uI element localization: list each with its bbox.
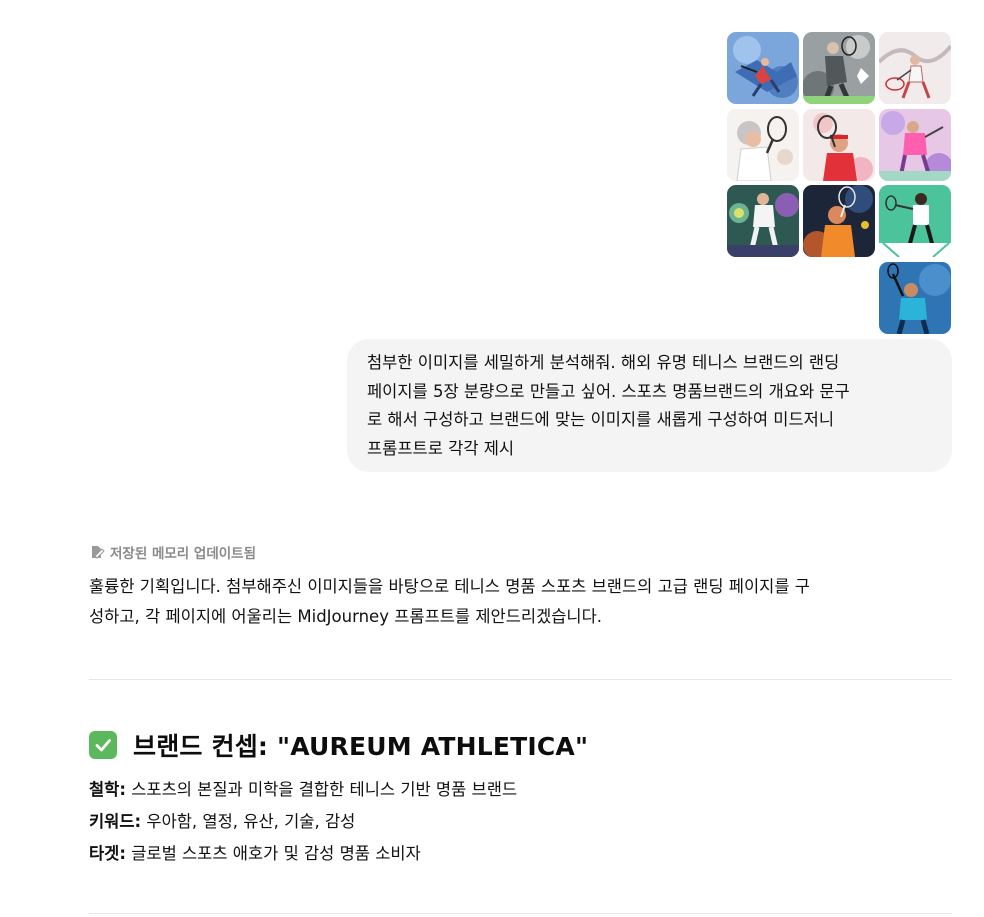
concept-philosophy-label: 철학: (89, 780, 126, 799)
assistant-intro-line-1: 훌륭한 기획입니다. 첨부해주신 이미지들을 바탕으로 테니스 명품 스포츠 브… (89, 577, 810, 596)
attached-image-4[interactable] (727, 109, 799, 181)
attached-image-9[interactable] (879, 185, 951, 257)
attached-image-1[interactable] (727, 32, 799, 104)
concept-target-label: 타겟: (89, 844, 126, 863)
attached-image-5[interactable] (803, 109, 875, 181)
concept-keywords: 키워드: 우아함, 열정, 유산, 기술, 감성 (89, 806, 517, 838)
concept-keywords-label: 키워드: (89, 812, 142, 831)
concept-philosophy: 철학: 스포츠의 본질과 미학을 결합한 테니스 기반 명품 브랜드 (89, 774, 517, 806)
attached-image-3[interactable] (879, 32, 951, 104)
attached-images-grid (727, 32, 952, 334)
memory-pencil-icon (92, 546, 105, 559)
user-message-line-4: 프롬프트로 각각 제시 (367, 438, 515, 458)
assistant-intro-line-2: 성하고, 각 페이지에 어울리는 MidJourney 프롬프트를 제안드리겠습… (89, 607, 603, 626)
concept-target-value: 글로벌 스포츠 애호가 및 감성 명품 소비자 (125, 844, 421, 863)
attached-image-2[interactable] (803, 32, 875, 104)
attached-image-10[interactable] (879, 262, 951, 334)
memory-updated-notice[interactable]: 저장된 메모리 업데이트됨 (89, 542, 256, 562)
user-message-line-3: 로 해서 구성하고 브랜드에 맞는 이미지를 새롭게 구성하여 미드저니 (367, 410, 834, 429)
concept-target: 타겟: 글로벌 스포츠 애호가 및 감성 명품 소비자 (89, 838, 517, 870)
memory-updated-label: 저장된 메모리 업데이트됨 (110, 546, 257, 562)
brand-concept-heading: 브랜드 컨셉: "AUREUM ATHLETICA" (133, 732, 589, 761)
user-message-bubble: 첨부한 이미지를 세밀하게 분석해줘. 해외 유명 테니스 브랜드의 랜딩 페이… (347, 339, 952, 472)
attached-image-7[interactable] (727, 185, 799, 257)
user-message-line-2: 페이지를 5장 분량으로 만들고 싶어. 스포츠 명품브랜드의 개요와 문구 (367, 381, 850, 401)
attached-image-6[interactable] (879, 109, 951, 181)
brand-concept-details: 철학: 스포츠의 본질과 미학을 결합한 테니스 기반 명품 브랜드 키워드: … (89, 774, 517, 870)
concept-keywords-value: 우아함, 열정, 유산, 기술, 감성 (141, 812, 356, 831)
attached-image-8[interactable] (803, 185, 875, 257)
check-mark-icon (89, 731, 117, 759)
concept-philosophy-value: 스포츠의 본질과 미학을 결합한 테니스 기반 명품 브랜드 (125, 780, 518, 799)
brand-concept-heading-row: 브랜드 컨셉: "AUREUM ATHLETICA" (89, 727, 588, 763)
user-message-line-1: 첨부한 이미지를 세밀하게 분석해줘. 해외 유명 테니스 브랜드의 랜딩 (367, 353, 840, 372)
section-divider (89, 679, 952, 680)
assistant-intro-paragraph: 훌륭한 기획입니다. 첨부해주신 이미지들을 바탕으로 테니스 명품 스포츠 브… (89, 572, 953, 632)
section-divider-bottom (89, 913, 952, 914)
